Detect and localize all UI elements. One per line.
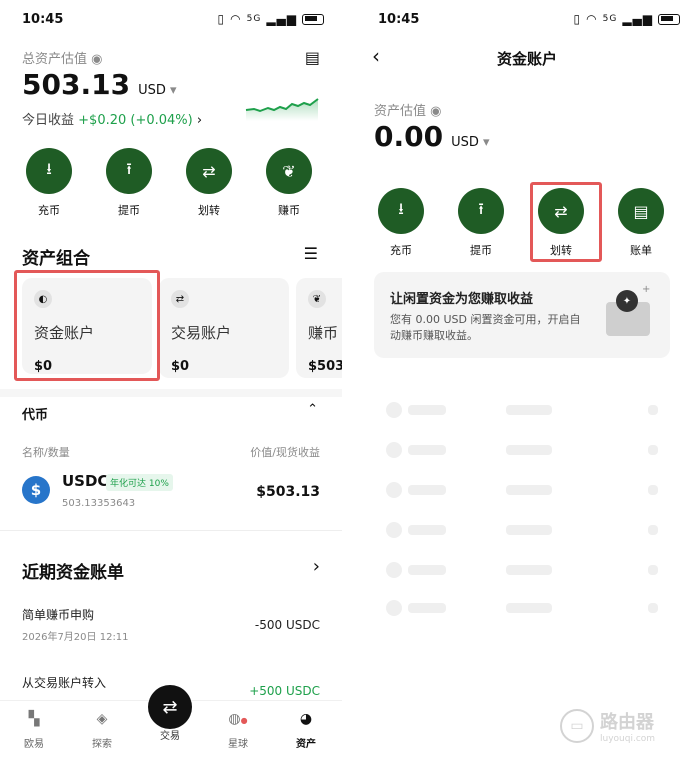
tokens-section-title: 代币 xyxy=(22,408,49,423)
currency-selector[interactable]: USD ▾ xyxy=(138,83,176,98)
settings-sliders-icon[interactable]: ☰ xyxy=(304,244,318,263)
today-earnings[interactable]: 今日收益 +$0.20 (+0.04%) › xyxy=(22,109,202,128)
section-divider xyxy=(0,530,342,531)
swap-icon: ⇄ xyxy=(171,290,189,308)
withdraw-icon: ⭱ xyxy=(458,188,504,234)
section-divider xyxy=(0,389,342,397)
router-logo-icon: ▭ xyxy=(560,709,594,743)
earn-icon: ❦ xyxy=(266,148,312,194)
usdc-coin-icon: $ xyxy=(22,476,50,504)
tab-trade[interactable]: 交易 xyxy=(140,727,200,742)
watermark: ▭ 路由器 luyouqi.com xyxy=(560,708,655,744)
apy-badge: 年化可达 10% xyxy=(106,474,173,491)
tab-explore[interactable]: ◈ 探索 xyxy=(72,711,132,750)
recent-bills-title: 近期资金账单 xyxy=(22,563,124,583)
status-icons: ▯ ◠ 5G ▂▄▆ xyxy=(218,12,324,26)
sparkline-chart xyxy=(245,98,319,121)
earn-button[interactable]: ❦ 赚币 xyxy=(254,148,324,218)
tab-okx[interactable]: ▚ 欧易 xyxy=(4,711,64,750)
signal-label: 5G xyxy=(602,14,618,24)
pie-chart-icon: ◕ xyxy=(299,711,313,727)
eye-icon[interactable]: ◉ xyxy=(91,52,102,67)
withdraw-button[interactable]: ⭱ 提币 xyxy=(94,148,164,218)
signal-icon: ▂▄▆ xyxy=(266,12,297,26)
transfer-icon: ⇄ xyxy=(186,148,232,194)
okx-logo-icon: ▚ xyxy=(28,711,40,727)
deposit-button[interactable]: ⭳ 充币 xyxy=(366,188,436,258)
token-row-usdc[interactable]: $ USDC 年化可达 10% 503.13353643 $503.13 xyxy=(22,472,320,514)
token-symbol: USDC xyxy=(62,472,109,490)
planet-icon: ◍● xyxy=(228,711,248,727)
status-icons: ▯ ◠ 5G ▂▄▆ xyxy=(574,12,680,26)
promo-title: 让闲置资金为您赚取收益 xyxy=(390,292,534,307)
column-name-qty: 名称/数量 xyxy=(22,446,70,459)
deposit-button[interactable]: ⭳ 充币 xyxy=(14,148,84,218)
tab-assets[interactable]: ◕ 资产 xyxy=(276,711,336,750)
collapse-icon[interactable]: ⌃ xyxy=(307,402,318,417)
chevron-right-icon[interactable]: › xyxy=(313,556,320,577)
signal-icon: ▂▄▆ xyxy=(622,12,653,26)
vibrate-icon: ▯ xyxy=(573,12,582,26)
skeleton-row xyxy=(386,562,402,578)
total-assets-label: 总资产估值 ◉ xyxy=(22,52,103,67)
skeleton-row xyxy=(386,402,402,418)
total-assets-value: 503.13 xyxy=(22,68,131,101)
auto-earn-promo-card[interactable]: 让闲置资金为您赚取收益 您有 0.00 USD 闲置资金可用，开启自动赚币赚取收… xyxy=(374,272,670,358)
skeleton-row xyxy=(386,482,402,498)
bill-icon: ▤ xyxy=(618,188,664,234)
tab-planet[interactable]: ◍● 星球 xyxy=(208,711,268,750)
trade-center-button[interactable]: ⇄ xyxy=(148,685,192,729)
trading-account-card[interactable]: ⇄ 交易账户 $0 xyxy=(159,278,289,378)
battery-icon xyxy=(302,13,324,25)
earn-account-card[interactable]: ❦ 赚币 $503. xyxy=(296,278,342,378)
bill-row[interactable]: 简单赚币申购 2026年7月20日 12:11 -500 USDC xyxy=(22,606,320,646)
coin-icon: ✦ xyxy=(616,290,638,312)
wifi-icon: ◠ xyxy=(586,12,598,26)
withdraw-button[interactable]: ⭱ 提币 xyxy=(446,188,516,258)
column-value-pnl: 价值/现货收益 xyxy=(250,446,320,459)
deposit-icon: ⭳ xyxy=(26,148,72,194)
leaf-icon: ❦ xyxy=(308,290,326,308)
highlight-box xyxy=(530,182,602,262)
asset-overview-screen: 10:45 ▯ ◠ 5G ▂▄▆ 总资产估值 ◉ ▤ 503.13 USD ▾ … xyxy=(0,0,342,769)
funding-account-screen: 10:45 ▯ ◠ 5G ▂▄▆ ‹ 资金账户 资产估值 ◉ 0.00 USD … xyxy=(356,0,698,769)
page-title: 资金账户 xyxy=(496,50,557,68)
highlight-box xyxy=(14,270,160,381)
eye-icon[interactable]: ◉ xyxy=(430,104,441,119)
estimate-label: 资产估值 ◉ xyxy=(374,104,442,119)
token-value: $503.13 xyxy=(256,484,320,500)
deposit-icon: ⭳ xyxy=(378,188,424,234)
caret-down-icon: ▾ xyxy=(169,83,177,98)
chevron-right-icon: › xyxy=(196,113,203,128)
bill-icon[interactable]: ▤ xyxy=(305,48,320,67)
plus-icon: + xyxy=(642,284,651,295)
withdraw-icon: ⭱ xyxy=(106,148,152,194)
skeleton-row xyxy=(386,600,402,616)
wifi-icon: ◠ xyxy=(230,12,242,26)
transfer-button[interactable]: ⇄ 划转 xyxy=(174,148,244,218)
estimate-value: 0.00 USD ▾ xyxy=(374,120,490,153)
screen-separator xyxy=(342,0,356,769)
promo-body: 您有 0.00 USD 闲置资金可用，开启自动赚币赚取收益。 xyxy=(390,313,581,342)
status-time: 10:45 xyxy=(378,12,420,27)
token-quantity: 503.13353643 xyxy=(62,498,136,509)
total-assets: 503.13 USD ▾ xyxy=(22,68,177,101)
vibrate-icon: ▯ xyxy=(217,12,226,26)
skeleton-row xyxy=(386,442,402,458)
skeleton-row xyxy=(386,522,402,538)
bottom-tab-bar: ▚ 欧易 ◈ 探索 交易 ⇄ ◍● 星球 ◕ 资产 xyxy=(0,685,342,769)
status-time: 10:45 xyxy=(22,12,64,27)
currency-selector[interactable]: USD ▾ xyxy=(451,135,489,150)
caret-down-icon: ▾ xyxy=(483,135,490,150)
bill-button[interactable]: ▤ 账单 xyxy=(606,188,676,258)
compass-icon: ◈ xyxy=(96,711,108,727)
portfolio-title: 资产组合 xyxy=(22,249,90,269)
signal-label: 5G xyxy=(246,14,262,24)
battery-icon xyxy=(658,13,680,25)
